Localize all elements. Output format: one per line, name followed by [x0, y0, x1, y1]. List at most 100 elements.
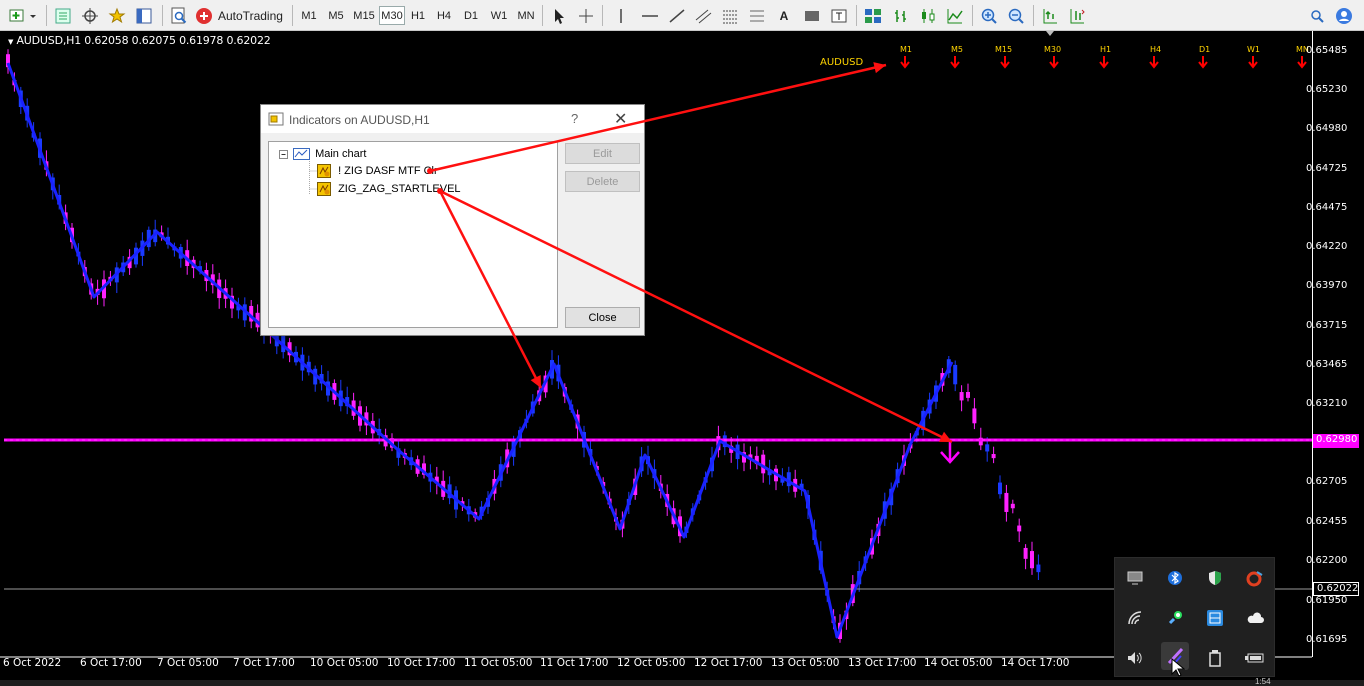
- terminal-button[interactable]: [133, 4, 155, 27]
- dialog-titlebar[interactable]: Indicators on AUDUSD,H1 ? ✕: [261, 105, 644, 133]
- bar-chart-button[interactable]: [890, 4, 912, 27]
- search-icon: [1311, 9, 1324, 23]
- label-tool[interactable]: [801, 4, 823, 27]
- timeframe-m1[interactable]: M1: [298, 6, 320, 25]
- price-label: 0.62200: [1306, 555, 1348, 566]
- time-label: 12 Oct 17:00: [694, 657, 763, 669]
- chart-title: ▼ AUDUSD,H1 0.62058 0.62075 0.61978 0.62…: [8, 34, 271, 47]
- terminal-icon: [136, 8, 152, 23]
- fibonacci-icon: [723, 10, 737, 23]
- label-icon: [805, 10, 819, 21]
- cursor-icon: [555, 8, 564, 24]
- auto-scroll-button[interactable]: [1039, 4, 1061, 27]
- timeframe-m15[interactable]: M15: [351, 6, 377, 25]
- tree-item-zig-zag-startlevel[interactable]: ZIG_ZAG_STARTLEVEL: [317, 182, 461, 196]
- timeframe-m30[interactable]: M30: [379, 6, 405, 25]
- vertical-line-tool[interactable]: [611, 4, 631, 27]
- tree-root-main-chart[interactable]: Main chart: [293, 148, 366, 161]
- cursor-tool[interactable]: [549, 4, 569, 27]
- indicator-tree[interactable]: Main chart ! ZIG DASF MTF Clr ZIG_ZAG_ST…: [268, 141, 558, 328]
- volume-icon[interactable]: [1121, 644, 1149, 672]
- tile-icon: [865, 8, 881, 23]
- timeframe-w1[interactable]: W1: [488, 6, 510, 25]
- chart-title-text: AUDUSD,H1 0.62058 0.62075 0.61978 0.6202…: [16, 34, 271, 47]
- tile-windows-button[interactable]: [862, 4, 884, 27]
- time-label: 6 Oct 17:00: [80, 657, 142, 669]
- status-bar: 1:54: [0, 677, 1364, 686]
- textbox-icon: [831, 9, 847, 22]
- collapse-triangle-icon[interactable]: ▼: [8, 38, 13, 46]
- timeframe-h4[interactable]: H4: [434, 6, 454, 25]
- close-button[interactable]: Close: [565, 307, 640, 328]
- market-watch-button[interactable]: [52, 4, 74, 27]
- candlestick-button[interactable]: [917, 4, 939, 27]
- strategy-tester-button[interactable]: [168, 4, 190, 27]
- bluetooth-icon[interactable]: [1161, 564, 1189, 592]
- navigator-icon: [82, 7, 98, 24]
- tree-item-zig-dasf[interactable]: ! ZIG DASF MTF Clr: [317, 164, 438, 178]
- textbox-tool[interactable]: [828, 4, 850, 27]
- search-button[interactable]: [1308, 4, 1326, 27]
- price-label: 0.63465: [1306, 359, 1348, 370]
- crosshair-tool[interactable]: [576, 4, 596, 27]
- text-tool[interactable]: A: [774, 4, 794, 27]
- candlestick-icon: [922, 8, 935, 23]
- mtf-down-arrow-icon: [1000, 56, 1010, 69]
- price-label: 0.62455: [1306, 516, 1348, 527]
- mtf-down-arrow-icon: [1248, 56, 1258, 69]
- time-label: 11 Oct 05:00: [464, 657, 533, 669]
- edit-button[interactable]: Edit: [565, 143, 640, 164]
- horizontal-line-tool[interactable]: [639, 4, 661, 27]
- crosshair-button[interactable]: [79, 4, 101, 27]
- toolbar: AutoTrading M1 M5 M15 M30 H1 H4 D1 W1 MN: [0, 0, 1364, 31]
- delete-button[interactable]: Delete: [565, 171, 640, 192]
- battery-icon[interactable]: [1241, 644, 1269, 672]
- timeframe-m5[interactable]: M5: [324, 6, 348, 25]
- autotrading-button[interactable]: AutoTrading: [194, 4, 288, 27]
- wifi-icon[interactable]: [1121, 604, 1149, 632]
- new-chart-button[interactable]: [8, 4, 40, 27]
- channel-icon: [695, 9, 712, 23]
- timeframe-mn[interactable]: MN: [514, 6, 538, 25]
- price-label: 0.61695: [1306, 634, 1348, 645]
- zoom-out-button[interactable]: [1005, 4, 1027, 27]
- onedrive-icon[interactable]: [1241, 604, 1269, 632]
- trendline-tool[interactable]: [666, 4, 688, 27]
- channel-tool[interactable]: [692, 4, 714, 27]
- ccleaner-icon[interactable]: [1241, 564, 1269, 592]
- help-button[interactable]: ?: [571, 111, 578, 126]
- usb-icon[interactable]: [1201, 644, 1229, 672]
- chart-window-icon: [293, 148, 310, 161]
- candle-body: [972, 408, 977, 424]
- mtf-down-arrow-icon: [950, 56, 960, 69]
- horizontal-line-icon: [642, 14, 658, 17]
- price-label: 0.62705: [1306, 476, 1348, 487]
- network-app-icon[interactable]: [1201, 604, 1229, 632]
- candle-body: [985, 444, 990, 452]
- rocket-icon[interactable]: [1161, 604, 1189, 632]
- mtf-label-m1: M1: [900, 45, 912, 54]
- fibo-fan-tool[interactable]: [746, 4, 768, 27]
- favorites-button[interactable]: [106, 4, 128, 27]
- time-label: 7 Oct 05:00: [157, 657, 219, 669]
- indicators-dialog: Indicators on AUDUSD,H1 ? ✕ Main chart !…: [260, 104, 645, 336]
- chart-shift-button[interactable]: [1066, 4, 1088, 27]
- timeframe-d1[interactable]: D1: [461, 6, 481, 25]
- price-label: 0.64475: [1306, 202, 1348, 213]
- candle-body: [953, 364, 958, 385]
- community-button[interactable]: [1333, 4, 1355, 27]
- fibonacci-tool[interactable]: [719, 4, 741, 27]
- mtf-label-w1: W1: [1247, 45, 1260, 54]
- defender-icon[interactable]: [1201, 564, 1229, 592]
- level-price-badge: 0.62980: [1313, 434, 1359, 448]
- zoom-in-button[interactable]: [978, 4, 1000, 27]
- auto-scroll-icon: [1043, 8, 1057, 23]
- price-label: 0.64220: [1306, 241, 1348, 252]
- custom-indicator-icon: [317, 182, 331, 196]
- monitor-icon[interactable]: [1121, 564, 1149, 592]
- candle-body: [1023, 547, 1028, 559]
- close-icon[interactable]: ✕: [614, 109, 627, 129]
- candle-body: [959, 392, 964, 401]
- timeframe-h1[interactable]: H1: [408, 6, 428, 25]
- line-chart-button[interactable]: [944, 4, 966, 27]
